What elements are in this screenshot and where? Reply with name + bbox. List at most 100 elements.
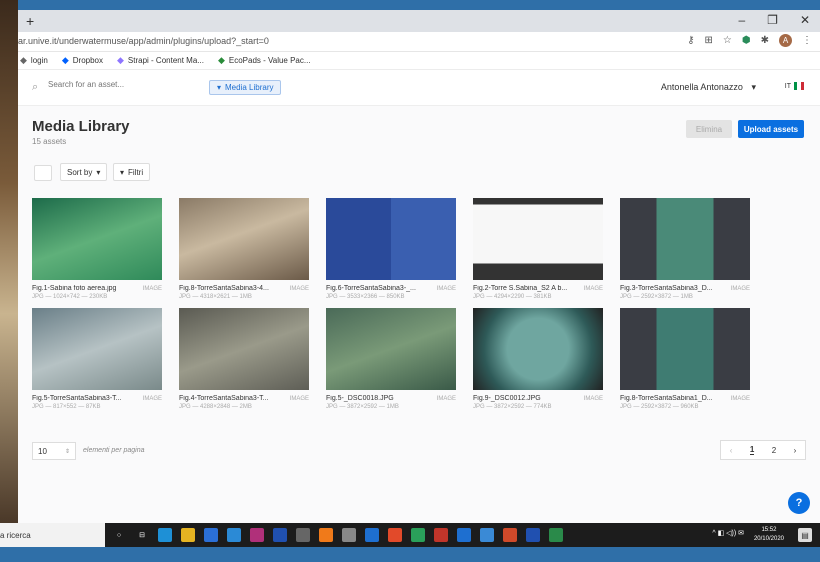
asset-card[interactable]: Fig.1-Sabina foto aerea.jpg IMAGE JPG — 10… [32,198,162,300]
word-icon[interactable] [526,528,540,542]
app-icon[interactable] [503,528,517,542]
restore-icon[interactable]: ❐ [767,13,778,27]
page-1[interactable]: 1 [749,445,755,455]
menu-icon[interactable]: ⋮ [802,35,812,46]
asset-card[interactable]: Fig.2-Torre S.Sabina_S2 A b... IMAGE JPG —… [473,198,603,300]
delete-button[interactable]: Elimina [686,120,732,138]
app-icon[interactable] [296,528,310,542]
asset-type-badge: IMAGE [142,285,162,292]
asset-meta: Fig.5-_DSC0018.JPG IMAGE [326,395,456,402]
asset-name: Fig.8-TorreSantaSabina1_D... [620,395,713,402]
vlc-icon[interactable] [319,528,333,542]
taskbar-clock[interactable]: 15:52 20/10/2020 [754,526,784,544]
page-title: Media Library [32,118,130,135]
task-view-icon[interactable]: ⊟ [135,528,149,542]
app-icon[interactable] [434,528,448,542]
asset-thumbnail[interactable] [473,198,603,280]
app-icon[interactable] [342,528,356,542]
asset-card[interactable]: Fig.8-TorreSantaSabina1_D... IMAGE JPG — 2… [620,308,750,410]
media-library-filter[interactable]: ▾ Media Library [209,80,282,95]
extensions-icon[interactable]: ✱ [761,35,769,46]
app-icon[interactable] [204,528,218,542]
translate-icon[interactable]: ⊞ [705,35,713,46]
asset-name: Fig.5-_DSC0018.JPG [326,395,394,402]
asset-card[interactable]: Fig.5-TorreSantaSabina3-T... IMAGE JPG — 8… [32,308,162,410]
filter-icon: ▾ [217,83,222,92]
app-icon[interactable] [480,528,494,542]
next-page-icon[interactable]: › [794,446,797,455]
asset-thumbnail[interactable] [32,308,162,390]
new-tab-icon[interactable]: + [26,13,34,29]
asset-meta: Fig.4-TorreSantaSabina3-T... IMAGE [179,395,309,402]
asset-name: Fig.4-TorreSantaSabina3-T... [179,395,269,402]
notification-icon[interactable]: ▤ [798,528,812,542]
media-library-main: Media Library 15 assets Elimina Upload a… [18,106,820,523]
drive-icon[interactable] [411,528,425,542]
asset-type-badge: IMAGE [583,285,603,292]
bookmark-3[interactable]: ◆ EcoPads - Value Pac... [218,55,311,66]
desktop-background [0,0,18,523]
bookmark-0[interactable]: ◆ login [20,55,48,66]
edge-icon[interactable] [158,528,172,542]
minimize-icon[interactable]: – [738,13,745,27]
user-menu[interactable]: Antonella Antonazzo ▾ [661,82,756,93]
start-icon[interactable]: ○ [112,528,126,542]
bookmark-1[interactable]: ◆ Dropbox [62,55,103,66]
bookmark-2[interactable]: ◆ Strapi - Content Ma... [117,55,204,66]
filters-button[interactable]: ▾ Filtri [113,163,151,181]
app-icon[interactable] [250,528,264,542]
asset-card[interactable]: Fig.4-TorreSantaSabina3-T... IMAGE JPG — 4… [179,308,309,410]
asset-type-badge: IMAGE [289,285,309,292]
chevron-down-icon: ▾ [96,167,101,177]
prev-page-icon[interactable]: ‹ [730,446,733,455]
mail-icon[interactable] [227,528,241,542]
asset-thumbnail[interactable] [179,308,309,390]
asset-info: JPG — 2592×3872 — 960KB [620,404,699,410]
asset-type-badge: IMAGE [583,395,603,402]
asset-card[interactable]: Fig.3-TorreSantaSabina3_D... IMAGE JPG — 2… [620,198,750,300]
taskbar-search[interactable]: a ricerca [0,523,105,547]
asset-info: JPG — 4288×2848 — 2MB [179,404,252,410]
asset-card[interactable]: Fig.9-_DSC0012.JPG IMAGE JPG — 3872×2592 —… [473,308,603,410]
asset-meta: Fig.9-_DSC0012.JPG IMAGE [473,395,603,402]
asset-card[interactable]: Fig.6-TorreSantaSabina3-_... IMAGE JPG — 3… [326,198,456,300]
shield-extension-icon[interactable]: ⬢ [742,35,751,46]
asset-name: Fig.5-TorreSantaSabina3-T... [32,395,122,402]
file-explorer-icon[interactable] [181,528,195,542]
asset-name: Fig.2-Torre S.Sabina_S2 A b... [473,285,568,292]
asset-card[interactable]: Fig.5-_DSC0018.JPG IMAGE JPG — 3872×2592 —… [326,308,456,410]
help-button[interactable]: ? [788,492,810,514]
system-tray[interactable]: ^ ◧ ◁)) ✉ [712,529,744,537]
asset-type-badge: IMAGE [289,395,309,402]
asset-thumbnail[interactable] [473,308,603,390]
skype-icon[interactable] [365,528,379,542]
asset-thumbnail[interactable] [326,308,456,390]
asset-thumbnail[interactable] [32,198,162,280]
upload-assets-button[interactable]: Upload assets [738,120,804,138]
app-icon[interactable] [549,528,563,542]
asset-card[interactable]: Fig.8-TorreSantaSabina3-4... IMAGE JPG — 4… [179,198,309,300]
select-all-checkbox[interactable] [34,165,52,181]
profile-avatar[interactable]: A [779,34,792,47]
per-page-select[interactable]: 10 ⇕ [32,442,76,460]
asset-thumbnail[interactable] [179,198,309,280]
key-icon[interactable]: ⚷ [687,35,694,46]
asset-name: Fig.3-TorreSantaSabina3_D... [620,285,713,292]
language-switcher[interactable]: IT [785,82,804,90]
asset-meta: Fig.1-Sabina foto aerea.jpg IMAGE [32,285,162,292]
url-field[interactable]: ar.unive.it/underwatermuse/app/admin/plu… [18,36,269,46]
asset-meta: Fig.5-TorreSantaSabina3-T... IMAGE [32,395,162,402]
search-input[interactable] [48,80,178,89]
app-icon[interactable] [273,528,287,542]
windows-taskbar: a ricerca ○ ⊟ ^ ◧ ◁)) ✉ 15:52 20/10/2020 … [0,523,820,547]
asset-thumbnail[interactable] [326,198,456,280]
sort-by-button[interactable]: Sort by ▾ [60,163,108,181]
close-icon[interactable]: ✕ [800,13,810,27]
app-icon[interactable] [457,528,471,542]
asset-thumbnail[interactable] [620,308,750,390]
star-icon[interactable]: ☆ [723,35,732,46]
asset-thumbnail[interactable] [620,198,750,280]
strapi-icon: ◆ [117,55,124,65]
chrome-icon[interactable] [388,528,402,542]
page-2[interactable]: 2 [772,446,776,455]
